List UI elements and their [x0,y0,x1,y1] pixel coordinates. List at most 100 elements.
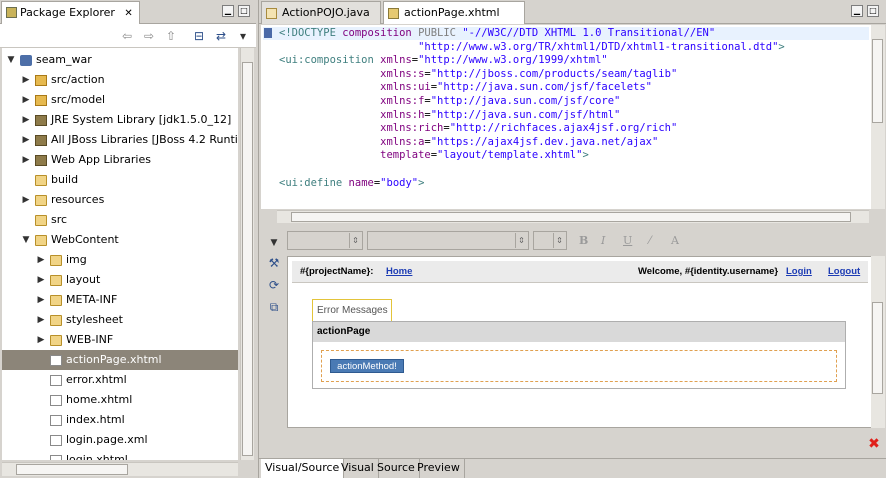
expand-arrow-icon[interactable]: ▶ [36,330,46,350]
code-token: PUBLIC [418,27,463,39]
expand-arrow-icon[interactable]: ▶ [21,190,31,210]
tree-item[interactable]: ▼ seam_war [2,50,238,70]
collapse-arrow-icon[interactable]: ▼ [21,230,31,250]
up-icon[interactable]: ⇧ [164,29,178,43]
editor-area: ActionPOJO.java actionPage.xhtml ⊠ ▁ □ <… [258,0,886,478]
source-horizontal-scrollbar[interactable] [277,210,869,223]
collapse-arrow-icon[interactable]: ▼ [6,50,16,70]
tab-visual-source[interactable]: Visual/Source [261,459,345,478]
expand-arrow-icon[interactable]: ▶ [21,110,31,130]
project-icon [20,55,32,66]
expand-arrow-icon[interactable]: ▶ [21,150,31,170]
explorer-vertical-scrollbar[interactable] [240,48,254,460]
home-link[interactable]: Home [386,266,412,277]
folder-icon [50,255,62,266]
source-editor[interactable]: <!DOCTYPE composition PUBLIC "-//W3C//DT… [261,25,871,209]
view-menu-icon[interactable]: ▾ [236,29,250,43]
tree-item[interactable]: ▶ WEB-INF [2,330,238,350]
package-explorer-tab[interactable]: Package Explorer ✕ [1,1,140,24]
tree-item[interactable]: login.page.xml [2,430,238,450]
code-token: <ui:composition [279,54,381,67]
xml-file-icon [50,435,62,446]
highlight-button[interactable]: ⁄ [649,234,651,247]
tree-item[interactable]: ▶ img [2,250,238,270]
tree-item-label: home.xhtml [66,393,133,406]
tree-item[interactable]: build [2,170,238,190]
refresh-icon[interactable]: ⟳ [267,278,281,292]
code-token: xmlns:s [279,67,425,80]
tree-item-label: actionPage.xhtml [66,353,162,366]
tree-item-label: build [51,173,79,186]
tree-item[interactable]: ▶ src/model [2,90,238,110]
tree-item[interactable]: ▶ resources [2,190,238,210]
collapse-all-icon[interactable]: ⊟ [192,29,206,43]
code-token: "http://java.sun.com/jsf/core" [430,95,621,107]
tree-item[interactable]: ▶ JRE System Library [jdk1.5.0_12] [2,110,238,130]
expand-arrow-icon[interactable]: ▶ [21,70,31,90]
action-method-button[interactable]: actionMethod! [330,359,404,373]
xhtml-file-icon [50,375,62,386]
tree-item[interactable]: actionPage.xhtml [2,350,238,370]
tree-item-label: layout [66,273,101,286]
tree-item[interactable]: ▶ layout [2,270,238,290]
tab-actionpage-xhtml[interactable]: actionPage.xhtml ⊠ [383,1,525,41]
code-line: "http://www.w3.org/TR/xhtml1/DTD/xhtml1-… [279,41,785,54]
tree-item[interactable]: login.xhtml [2,450,238,460]
tree-item[interactable]: src [2,210,238,230]
maximize-button[interactable]: □ [867,5,879,17]
code-token: "-//W3C//DTD XHTML 1.0 Transitional//EN" [462,27,716,39]
back-icon[interactable]: ⇦ [120,29,134,43]
tree-item[interactable]: ▶ All JBoss Libraries [JBoss 4.2 Runtime [2,130,238,150]
bold-button[interactable]: B [579,234,588,247]
project-tree[interactable]: ▼ seam_war ▶ src/action ▶ src/model ▶ JRE Syste… [2,48,238,460]
error-close-icon[interactable]: ✖ [867,437,881,451]
login-link[interactable]: Login [786,266,812,277]
visual-editor[interactable]: #{projectName}: Home Welcome, #{identity… [287,256,885,428]
forward-icon[interactable]: ⇨ [142,29,156,43]
tree-item[interactable]: ▶ Web App Libraries [2,150,238,170]
minimize-button[interactable]: ▁ [851,5,863,17]
tree-item[interactable]: ▼ WebContent [2,230,238,250]
code-line: <!DOCTYPE composition PUBLIC "-//W3C//DT… [279,27,715,40]
tree-item[interactable]: ▶ src/action [2,70,238,90]
tab-preview[interactable]: Preview [413,459,465,478]
visual-vertical-scrollbar[interactable] [871,256,885,428]
tree-item[interactable]: ▶ stylesheet [2,310,238,330]
logout-link[interactable]: Logout [828,266,860,277]
preview-icon[interactable]: ⧉ [267,300,281,314]
expand-arrow-icon[interactable]: ▶ [36,250,46,270]
font-size-select[interactable]: ⇕ [533,231,567,250]
tools-icon[interactable]: ⚒ [267,256,281,270]
code-line: <ui:composition xmlns="http://www.w3.org… [279,54,608,67]
maximize-button[interactable]: □ [238,5,250,17]
expand-arrow-icon[interactable]: ▶ [21,130,31,150]
explorer-horizontal-scrollbar[interactable] [2,462,238,476]
source-vertical-scrollbar[interactable] [871,25,885,209]
folder-icon [35,195,47,206]
code-token: "http://richfaces.ajax4jsf.org/rich" [449,122,678,135]
minimize-button[interactable]: ▁ [222,5,234,17]
form-area: actionMethod! [321,350,837,382]
expand-arrow-icon[interactable]: ▶ [21,90,31,110]
close-icon[interactable]: ✕ [124,8,132,19]
link-with-editor-icon[interactable]: ⇄ [214,29,228,43]
tree-item[interactable]: index.html [2,410,238,430]
underline-button[interactable]: U [623,234,632,247]
style-select[interactable]: ⇕ [287,231,363,250]
tab-actionpojo-java[interactable]: ActionPOJO.java [261,1,381,24]
expand-arrow-icon[interactable]: ▶ [36,310,46,330]
tree-item[interactable]: error.xhtml [2,370,238,390]
code-token: xmlns:f [279,95,425,107]
code-token: > [778,40,785,53]
expand-arrow-icon[interactable]: ▶ [36,270,46,290]
text-color-button[interactable]: A [671,234,679,247]
tree-item-label: JRE System Library [jdk1.5.0_12] [51,113,232,126]
font-family-select[interactable]: ⇕ [367,231,529,250]
xhtml-file-icon [50,455,62,460]
italic-button[interactable]: I [601,234,605,247]
tree-item[interactable]: ▶ META-INF [2,290,238,310]
tree-item[interactable]: home.xhtml [2,390,238,410]
dropdown-arrow-icon[interactable]: ▼ [267,236,281,250]
expand-arrow-icon[interactable]: ▶ [36,290,46,310]
code-token: "http://java.sun.com/jsf/facelets" [437,81,652,94]
